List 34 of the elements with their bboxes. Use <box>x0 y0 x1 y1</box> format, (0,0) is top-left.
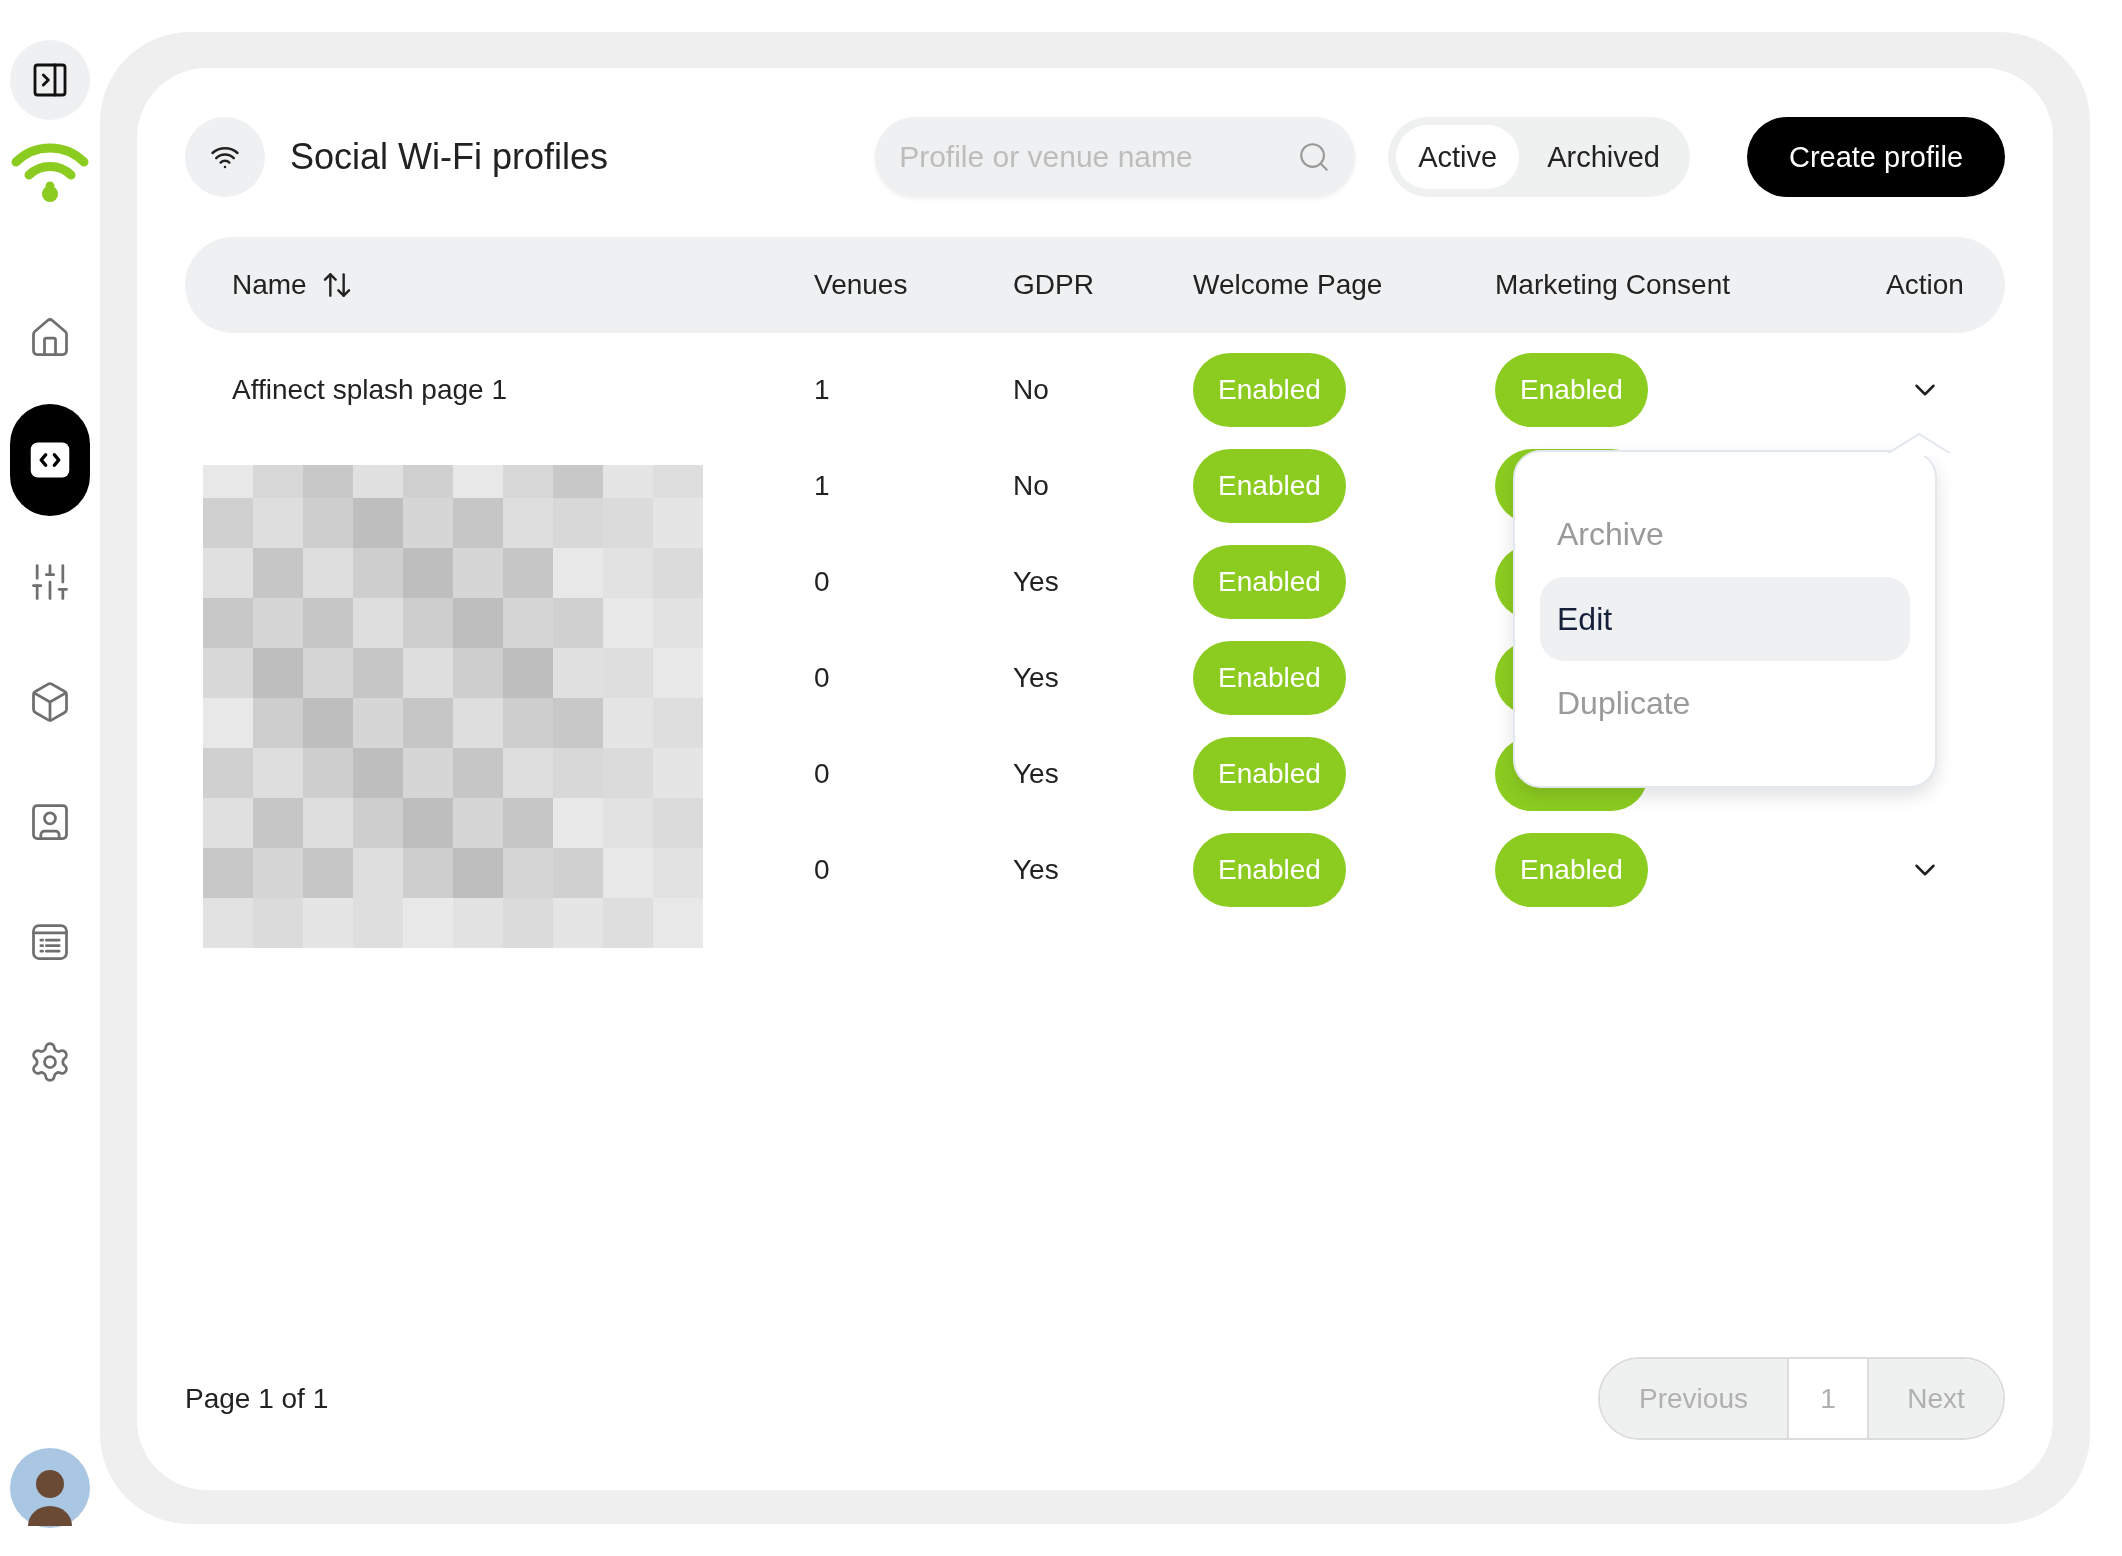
status-pill: Enabled <box>1495 353 1648 427</box>
status-pill: Enabled <box>1193 353 1346 427</box>
column-header: Marketing Consent <box>1495 269 1731 301</box>
page-title: Social Wi-Fi profiles <box>290 136 609 178</box>
status-pill: Enabled <box>1193 641 1346 715</box>
user-avatar[interactable] <box>10 1448 90 1528</box>
column-header: GDPR <box>1013 269 1095 301</box>
status-pill: Enabled <box>1193 545 1346 619</box>
table-cell-text: No <box>1013 374 1050 406</box>
status-pill: Enabled <box>1193 449 1346 523</box>
table-cell-text: Yes <box>1013 566 1060 598</box>
page-summary: Page 1 of 1 <box>185 1382 329 1415</box>
menu-item[interactable]: Edit <box>1540 576 1910 662</box>
status-pill: Enabled <box>1193 833 1346 907</box>
table-cell-text: Yes <box>1013 662 1060 694</box>
filter-tab[interactable]: Active <box>1396 125 1520 189</box>
column-header: Welcome Page <box>1193 269 1384 301</box>
filter-tab[interactable]: Archived <box>1525 125 1682 189</box>
table-cell-text: 0 <box>814 758 831 790</box>
table-cell-text: 1 <box>814 374 831 406</box>
column-header: Action <box>1886 269 1964 301</box>
table-cell-text: 0 <box>814 662 831 694</box>
table-cell-text: 1 <box>814 470 831 502</box>
create-profile-button[interactable]: Create profile <box>1747 117 2005 197</box>
table-cell-text: Yes <box>1013 854 1060 886</box>
table-cell-text: 0 <box>814 854 831 886</box>
table-cell-text: Yes <box>1013 758 1060 790</box>
status-pill: Enabled <box>1495 833 1648 907</box>
table-cell-text: No <box>1013 470 1050 502</box>
status-pill: Enabled <box>1193 737 1346 811</box>
table-cell-text: Affinect splash page 1 <box>231 374 508 406</box>
column-header: Venues <box>814 269 909 301</box>
table-cell-text: 0 <box>814 566 831 598</box>
column-header[interactable]: Name <box>232 269 307 301</box>
